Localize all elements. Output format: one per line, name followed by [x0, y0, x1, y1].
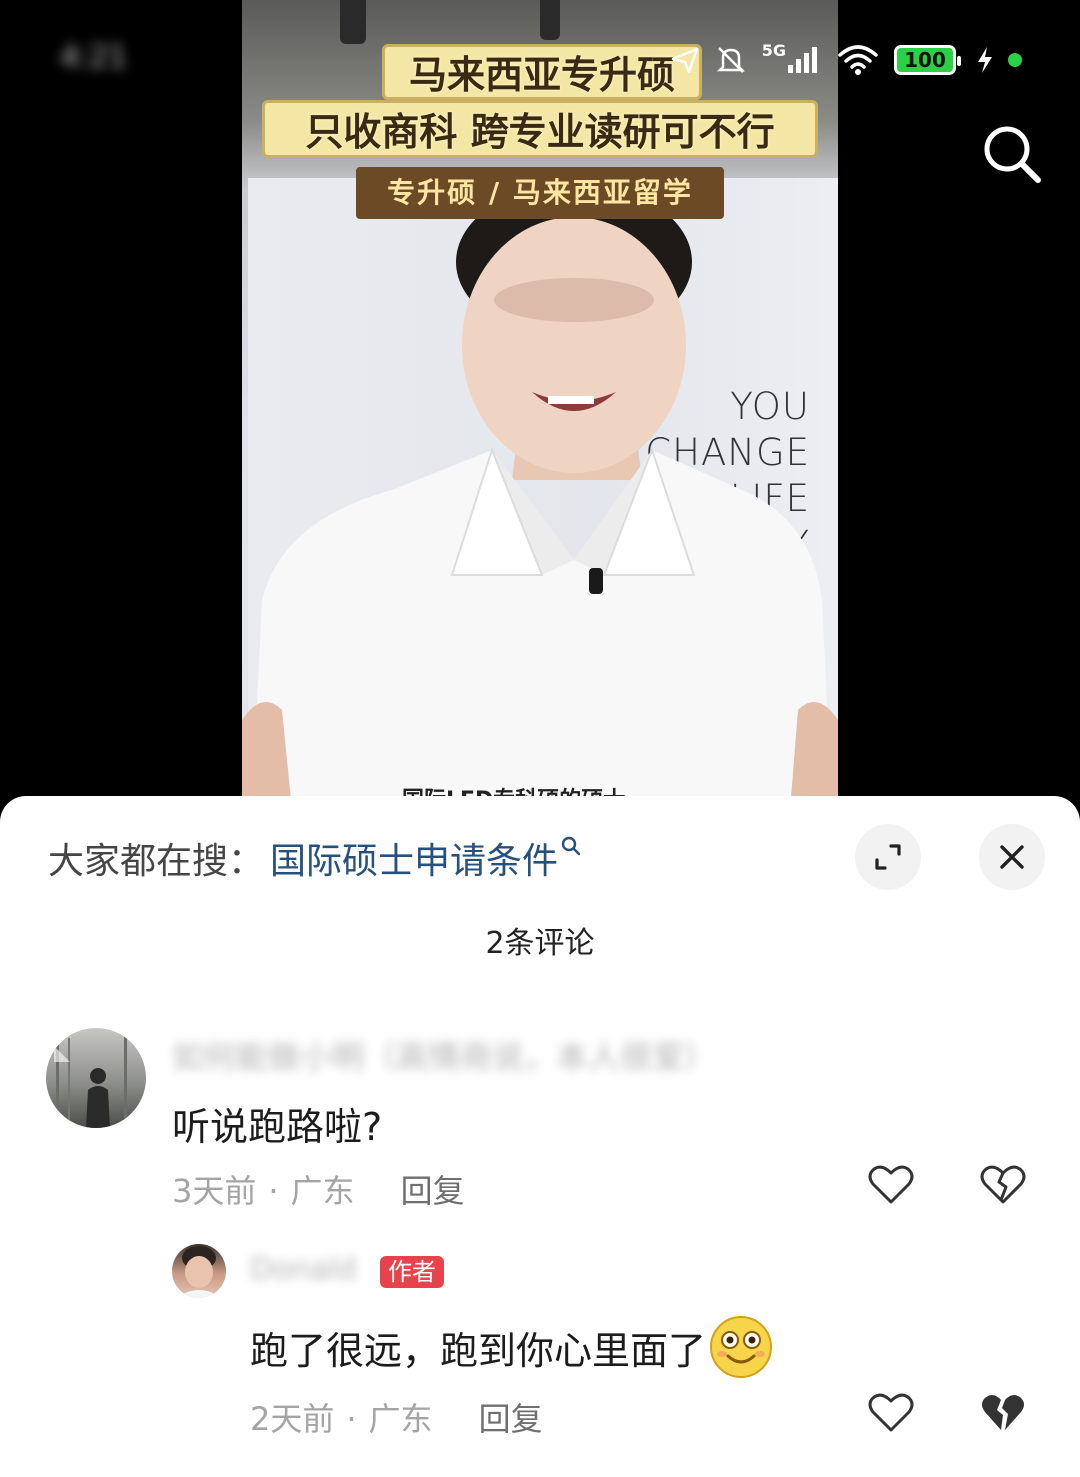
- comment-username[interactable]: 如何能做小明（高情商说，本人很爱）: [172, 1032, 716, 1078]
- search-button[interactable]: [980, 122, 1044, 186]
- author-badge: 作者: [380, 1256, 444, 1288]
- status-icons: 5G 100: [670, 40, 1022, 80]
- avatar-image: [54, 1028, 127, 1128]
- battery-indicator: 100: [894, 45, 961, 75]
- trending-label: 大家都在搜：: [48, 841, 265, 882]
- broken-heart-icon: [982, 1394, 1024, 1430]
- close-icon: [1000, 845, 1024, 869]
- avatar[interactable]: [46, 1028, 146, 1128]
- video-title-line2: 只收商科 跨专业读研可不行: [262, 100, 818, 158]
- reply-button[interactable]: 回复: [401, 1172, 465, 1210]
- comment-time: 2天前: [250, 1400, 335, 1438]
- comment-username[interactable]: Donald: [250, 1252, 356, 1287]
- signal-icon: [788, 47, 817, 73]
- close-button[interactable]: [979, 824, 1045, 890]
- video-player[interactable]: YOU CHANGE OUR LIFE BY: [0, 0, 1080, 810]
- expand-button[interactable]: [855, 824, 921, 890]
- status-time: 4:21: [60, 40, 128, 75]
- comment-sheet: 大家都在搜： 国际硕士申请条件 2条评论 如何能做小明（高情商说，本人很爱） 听…: [0, 796, 1080, 1477]
- comment-location: 广东: [290, 1172, 355, 1210]
- search-icon[interactable]: [560, 835, 582, 857]
- avatar-image: [176, 1246, 222, 1298]
- smile-emoji-icon: [710, 1316, 773, 1378]
- charging-dot-icon: [1008, 53, 1022, 67]
- comment-location: 广东: [368, 1400, 433, 1438]
- like-button[interactable]: [867, 1388, 915, 1436]
- video-frame[interactable]: YOU CHANGE OUR LIFE BY: [242, 0, 838, 810]
- expand-icon: [875, 844, 901, 870]
- charging-bolt-icon: [978, 47, 992, 73]
- comment-text: 听说跑路啦?: [172, 1105, 383, 1149]
- search-icon: [984, 126, 1041, 183]
- avatar[interactable]: [172, 1244, 226, 1298]
- send-icon: [671, 47, 698, 74]
- dislike-button[interactable]: [979, 1388, 1027, 1436]
- dislike-button[interactable]: [979, 1160, 1027, 1208]
- network-type: 5G: [761, 40, 786, 60]
- status-bar: 4:21 5G 100: [0, 26, 1080, 90]
- comment-time: 3天前: [172, 1172, 257, 1210]
- comment-count: 2条评论: [485, 926, 595, 961]
- comment-meta: 2天前 · 广东 回复: [250, 1394, 543, 1440]
- meta-separator: ·: [268, 1172, 279, 1210]
- trending-query-link[interactable]: 国际硕士申请条件: [270, 832, 558, 884]
- trending-search-bar: 大家都在搜： 国际硕士申请条件: [48, 834, 582, 882]
- comment-text: 跑了很远，跑到你心里面了: [250, 1314, 774, 1380]
- wifi-icon: [838, 45, 878, 75]
- broken-heart-icon: [980, 1165, 1026, 1204]
- mute-bell-icon: [716, 47, 745, 73]
- reply-button[interactable]: 回复: [479, 1400, 543, 1438]
- meta-separator: ·: [346, 1400, 357, 1438]
- like-button[interactable]: [867, 1160, 915, 1208]
- heart-outline-icon: [868, 1393, 914, 1432]
- heart-outline-icon: [868, 1165, 914, 1204]
- comment-meta: 3天前 · 广东 回复: [172, 1166, 465, 1212]
- comment-text-content: 跑了很远，跑到你心里面了: [250, 1328, 707, 1373]
- video-topic-tag: 专升硕 / 马来西亚留学: [356, 167, 724, 219]
